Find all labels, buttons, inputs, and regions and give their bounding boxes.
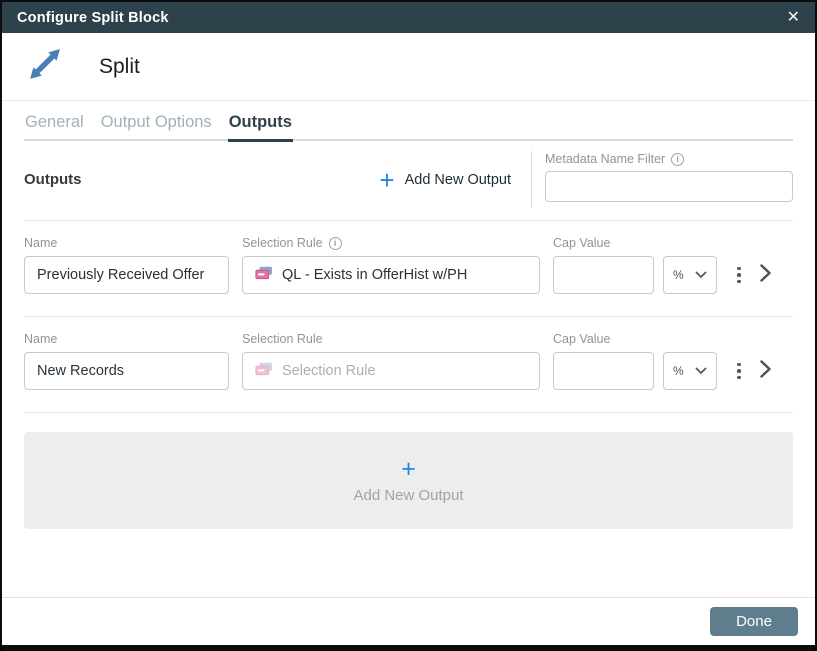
configure-split-block-dialog: Configure Split Block ✕ Split General Ou… [0,0,817,651]
dialog-title: Configure Split Block [17,9,169,26]
name-label: Name [24,332,58,346]
row-menu-button[interactable] [726,256,752,294]
cap-unit-select[interactable]: % [663,256,717,294]
kebab-menu-icon [737,362,741,380]
cap-unit-select[interactable]: % [663,352,717,390]
selection-rule-value: QL - Exists in OfferHist w/PH [282,267,468,283]
tab-output-options[interactable]: Output Options [100,113,213,142]
output-row-2: Name Selection Rule Selection Rule [24,317,793,413]
selection-rule-label: Selection Rule i [242,236,540,250]
dialog-titlebar: Configure Split Block ✕ [2,2,815,33]
cap-value-label: Cap Value [553,332,611,346]
chevron-right-icon [759,263,772,288]
metadata-filter-label-row: Metadata Name Filter i [545,152,793,166]
dialog-footer: Done [2,597,815,645]
output-name-input[interactable] [24,256,229,294]
block-header: Split [2,33,815,101]
row-menu-button[interactable] [726,352,752,390]
add-new-output-button[interactable]: + Add New Output [379,164,511,195]
outputs-section-header: Outputs + Add New Output Metadata Name F… [24,149,793,210]
outputs-section-label: Outputs [24,171,82,188]
vertical-divider [531,151,532,208]
plus-icon: + [379,164,395,195]
chevron-right-icon [759,359,772,384]
output-row-1: Name Selection Rule i QL - [24,221,793,317]
cap-value-input[interactable] [553,352,654,390]
row-expand-button[interactable] [752,256,778,294]
cap-value-input[interactable] [553,256,654,294]
add-new-output-area-label: Add New Output [353,486,464,504]
cap-unit-value: % [673,268,684,282]
tab-general[interactable]: General [24,113,85,142]
tab-outputs[interactable]: Outputs [227,113,293,142]
output-name-input[interactable] [24,352,229,390]
metadata-filter-input[interactable] [545,171,793,202]
chevron-down-icon [695,266,707,284]
plus-icon: + [401,454,416,483]
selection-rule-placeholder: Selection Rule [282,363,376,379]
selection-rule-field[interactable]: QL - Exists in OfferHist w/PH [242,256,540,294]
block-title: Split [99,54,140,78]
cap-value-label: Cap Value [553,236,611,250]
metadata-filter-group: Metadata Name Filter i [545,149,793,210]
metadata-filter-label: Metadata Name Filter [545,152,666,166]
name-label: Name [24,236,58,250]
close-icon[interactable]: ✕ [787,9,800,26]
chevron-down-icon [695,362,707,380]
kebab-menu-icon [737,266,741,284]
tab-bar: General Output Options Outputs [24,113,793,142]
info-icon: i [328,236,342,250]
row-expand-button[interactable] [752,352,778,390]
cap-unit-value: % [673,364,684,378]
add-new-output-area[interactable]: + Add New Output [24,432,793,529]
selection-rule-label: Selection Rule [242,332,323,346]
selection-rule-cards-icon [255,266,273,285]
split-arrows-icon [28,47,62,86]
selection-rule-cards-icon [255,362,273,381]
done-button[interactable]: Done [710,607,798,636]
tab-content: Outputs + Add New Output Metadata Name F… [2,149,815,529]
add-new-output-label: Add New Output [404,171,511,188]
selection-rule-field[interactable]: Selection Rule [242,352,540,390]
info-icon: i [671,152,685,166]
